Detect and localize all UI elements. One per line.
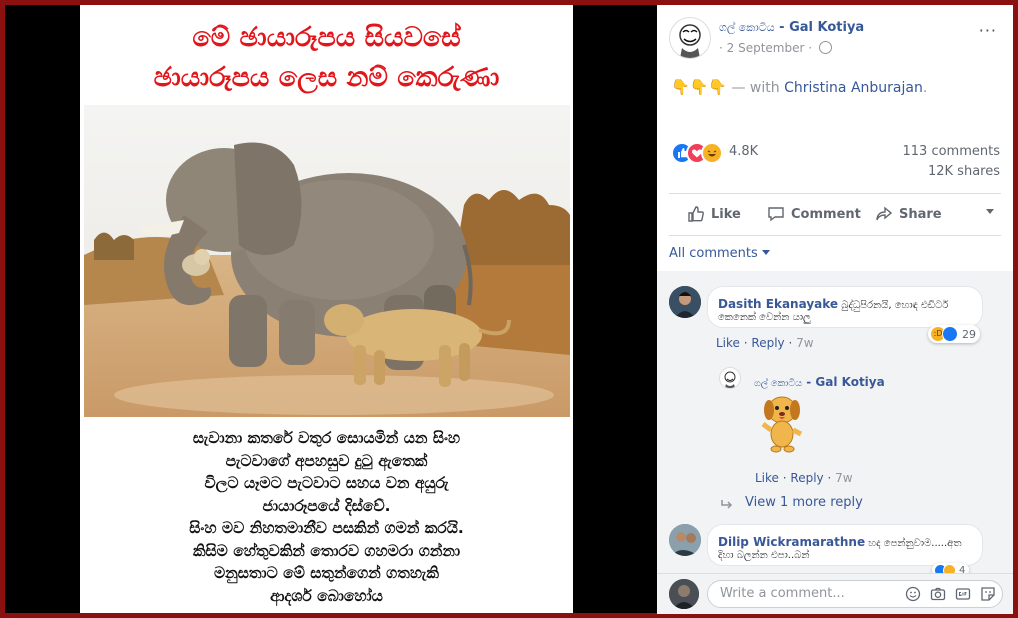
comment-icon	[768, 207, 784, 222]
pointing-down-emoji: 👇👇👇	[671, 78, 728, 96]
caption-line: ජායාරූපයේ දිස්වේ.	[262, 496, 391, 515]
reaction-count: 4.8K	[729, 144, 759, 159]
reply-author-row: ගල් කොටිය - Gal Kotiya	[754, 371, 885, 390]
page-name-link[interactable]: ගල් කොටිය - Gal Kotiya	[719, 20, 864, 35]
comment-author-link[interactable]: Dasith Ekanayake	[718, 297, 838, 311]
caption-line: සිංහ මව නිහතමානීව පසකින් ගමන් කරයි.	[189, 519, 464, 537]
divider	[669, 193, 1001, 194]
reply-reply-button[interactable]: Reply	[790, 471, 823, 485]
caption-line: මනුසතාට මේ සතුන්ගෙන් ගතහැකි	[214, 564, 439, 582]
comment-text: හද පෙන්නුවාම.....අත	[865, 538, 962, 549]
photo-title-line-2: ඡායාරූපය ලෙස නම් කෙරුණා	[153, 62, 500, 93]
page-avatar[interactable]	[669, 17, 711, 59]
post-photo[interactable]: මේ ඡායාරූපය සියවසේ ඡායාරූපය ලෙස නම් කෙරු…	[80, 5, 573, 613]
share-button[interactable]: Share	[875, 203, 942, 225]
avatar[interactable]	[669, 524, 701, 556]
reply-time[interactable]: 7w	[835, 471, 852, 485]
dot-separator: ·	[719, 41, 723, 55]
comment-input-placeholder: Write a comment...	[720, 586, 845, 601]
comments-count-link[interactable]: 113 comments	[903, 144, 1000, 159]
like-label: Like	[711, 206, 741, 222]
divider	[669, 235, 1001, 236]
post-date-row: · 2 September ·	[719, 41, 832, 55]
comment-text: කෙනෙක් වෙන්න යාලු	[718, 312, 811, 323]
reply-author-sinhala[interactable]: ගල් කොටිය	[754, 378, 802, 389]
reply-author-separator: -	[802, 375, 816, 389]
shares-count-link[interactable]: 12K shares	[928, 164, 1000, 179]
haha-reaction-icon	[701, 142, 723, 164]
post-sidebar: ගල් කොටිය - Gal Kotiya · 2 September · ·…	[657, 5, 1013, 614]
page-name-separator: -	[774, 20, 790, 35]
view-more-replies-link[interactable]: View 1 more reply	[745, 495, 863, 510]
comment-reactions[interactable]: :D 29	[928, 325, 980, 343]
comment-reply-button[interactable]: Reply	[751, 336, 784, 350]
reply-arrow-icon	[721, 500, 733, 509]
comment-time[interactable]: 7w	[796, 336, 813, 350]
comment-like-button[interactable]: Like	[716, 336, 740, 350]
page-avatar-small[interactable]	[719, 367, 741, 389]
with-text: — with	[727, 80, 785, 96]
page-name: Gal Kotiya	[789, 20, 865, 35]
all-comments-label: All comments	[669, 246, 758, 261]
reply-actions: Like · Reply · 7w	[755, 471, 853, 485]
elephant-lion-photo	[84, 105, 570, 417]
caption-line: කිසිම හේතුවකින් තොරව ගහමරා ගන්නා	[192, 541, 461, 560]
avatar[interactable]	[669, 286, 701, 318]
comment-reaction-count: 29	[962, 327, 976, 341]
comment-text: බුද්ධුපිරනයි, හොඳ එඩිටර්	[838, 300, 949, 311]
globe-icon[interactable]	[818, 41, 832, 54]
page-name-sinhala: ගල් කොටිය	[719, 21, 775, 34]
reply-like-button[interactable]: Like	[755, 471, 779, 485]
caption-line: සැවානා කතරේ වතුර සොයමින් යන සිංහ	[192, 429, 461, 447]
comment-actions: Like · Reply · 7w	[716, 336, 814, 350]
share-label: Share	[899, 206, 942, 222]
thumbs-up-icon	[688, 206, 704, 222]
comments-section: Dasith Ekanayake බුද්ධුපිරනයි, හොඳ එඩිටර…	[657, 271, 1013, 577]
like-button[interactable]: Like	[687, 203, 741, 225]
audience-dropdown-icon[interactable]	[986, 209, 994, 214]
photo-caption: සැවානා කතරේ වතුර සොයමින් යන සිංහ පැටවාගේ…	[80, 427, 573, 607]
date-separator: ·	[808, 41, 813, 55]
chevron-down-icon	[761, 250, 770, 255]
comment-button[interactable]: Comment	[767, 203, 861, 225]
gif-icon[interactable]	[955, 586, 971, 602]
like-reaction-icon	[942, 326, 958, 342]
post-text-end: .	[922, 80, 928, 96]
comment-author-link[interactable]: Dilip Wickramarathne	[718, 535, 865, 549]
emoji-icon[interactable]	[905, 586, 921, 602]
share-arrow-icon	[876, 206, 893, 221]
comment-text: දිහා බලන්න එපා..බන්	[718, 550, 810, 561]
comment-input[interactable]: Write a comment...	[707, 580, 1003, 608]
caption-line: ආදර්ශ බොහෝය	[270, 586, 383, 605]
reply-author-link[interactable]: Gal Kotiya	[815, 375, 884, 389]
post-header: ගල් කොටිය - Gal Kotiya · 2 September ·	[669, 17, 999, 63]
more-options-icon[interactable]: ···	[979, 21, 997, 40]
post-date[interactable]: 2 September	[727, 41, 805, 55]
caption-line: පැටවාගේ අපහසුව දුටු ඇතෙක්	[225, 451, 428, 470]
composer-icons	[905, 586, 996, 602]
current-user-avatar[interactable]	[669, 579, 699, 609]
tagged-person-link[interactable]: Christina Anburajan	[784, 80, 923, 96]
photo-title-line-1: මේ ඡායාරූපය සියවසේ	[192, 22, 461, 53]
sticker-icon[interactable]	[980, 586, 996, 602]
comment-label: Comment	[791, 206, 861, 222]
camera-icon[interactable]	[930, 586, 946, 602]
comment-bubble: Dasith Ekanayake බුද්ධුපිරනයි, හොඳ එඩිටර…	[707, 286, 983, 328]
caption-line: විලට යෑමට පැටවාට සහය වන අයුරු	[204, 474, 449, 492]
all-comments-filter[interactable]: All comments	[669, 246, 770, 261]
dog-sticker[interactable]	[757, 390, 807, 456]
post-text: 👇👇👇 — with Christina Anburajan.	[671, 78, 927, 96]
comment-composer: Write a comment...	[657, 573, 1013, 614]
comment-bubble: Dilip Wickramarathne හද පෙන්නුවාම.....අත…	[707, 524, 983, 566]
